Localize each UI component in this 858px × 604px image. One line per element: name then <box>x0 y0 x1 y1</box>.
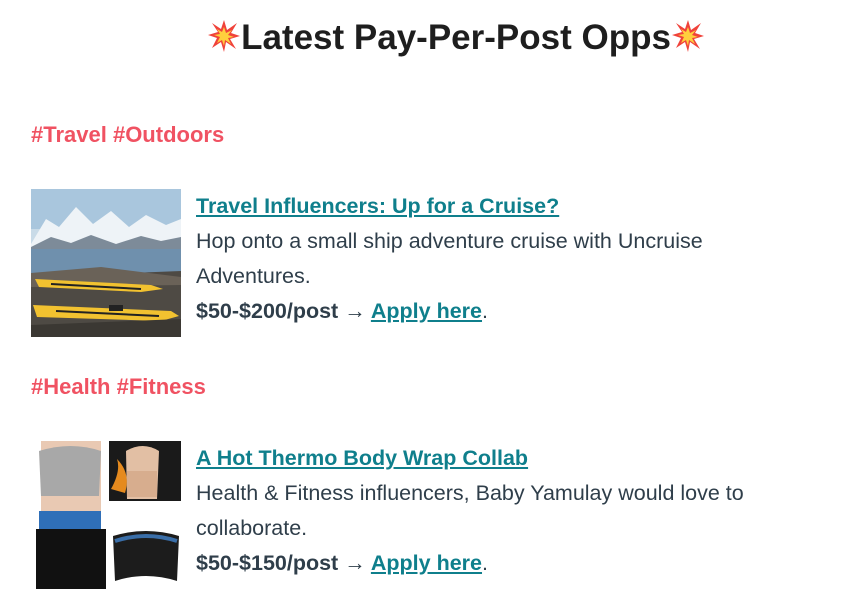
section-tags-travel: #Travel #Outdoors <box>31 122 225 147</box>
arrow-icon: → <box>344 551 366 575</box>
collision-icon <box>207 19 241 62</box>
price-value: $50-$150/post <box>196 551 339 575</box>
body-wrap-thumbnail[interactable] <box>31 441 181 589</box>
listing-title-link[interactable]: A Hot Thermo Body Wrap Collab <box>196 441 836 476</box>
period: . <box>482 551 488 575</box>
collision-icon <box>671 19 705 62</box>
arrow-icon: → <box>344 299 366 323</box>
apply-here-link[interactable]: Apply here <box>371 551 482 575</box>
listing-description-line: Adventures. <box>196 264 311 288</box>
listing-description-line: Hop onto a small ship adventure cruise w… <box>196 229 703 253</box>
listing-item-body-wrap: A Hot Thermo Body Wrap Collab Health & F… <box>196 441 836 581</box>
page-title-text: Latest Pay-Per-Post Opps <box>241 18 671 57</box>
listing-item-cruise: Travel Influencers: Up for a Cruise? Hop… <box>196 189 836 329</box>
apply-here-link[interactable]: Apply here <box>371 299 482 323</box>
price-line: $50-$200/post → Apply here. <box>196 294 836 329</box>
listing-title-link[interactable]: Travel Influencers: Up for a Cruise? <box>196 189 836 224</box>
page-title: Latest Pay-Per-Post Opps <box>0 18 858 62</box>
price-line: $50-$150/post → Apply here. <box>196 546 836 581</box>
listing-description-line: collaborate. <box>196 516 308 540</box>
kayak-thumbnail[interactable] <box>31 189 181 337</box>
listing-description-line: Health & Fitness influencers, Baby Yamul… <box>196 481 744 505</box>
section-tags-health: #Health #Fitness <box>31 374 206 399</box>
price-value: $50-$200/post <box>196 299 339 323</box>
period: . <box>482 299 488 323</box>
